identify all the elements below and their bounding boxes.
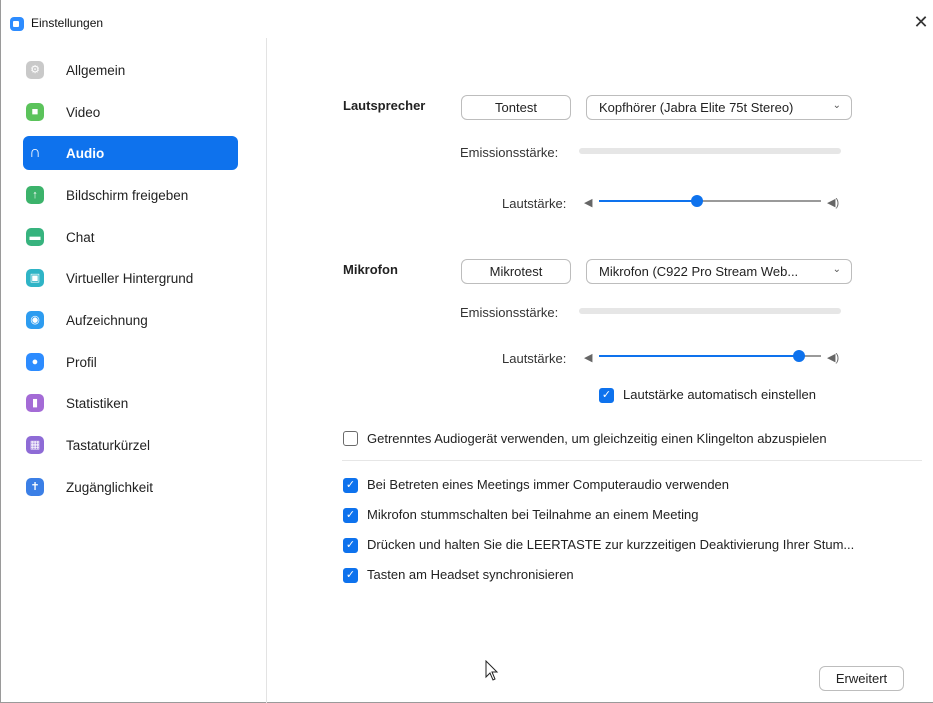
headset-sync-checkbox[interactable]: ✓	[343, 568, 358, 583]
section-divider	[342, 460, 922, 461]
test-microphone-button[interactable]: Mikrotest	[461, 259, 571, 284]
auto-adjust-volume-checkbox[interactable]: ✓	[599, 388, 614, 403]
speaker-output-level-meter	[579, 148, 841, 154]
volume-high-icon: ◀)	[827, 352, 840, 364]
test-speaker-button[interactable]: Tontest	[461, 95, 571, 120]
microphone-volume-slider[interactable]	[599, 348, 821, 364]
sidebar-item-tastaturkuerzel[interactable]: ▦ Tastaturkürzel	[23, 428, 238, 462]
window-title: Einstellungen	[31, 16, 104, 30]
microphone-volume-label: Lautstärke:	[502, 351, 567, 366]
sidebar-item-bildschirm-freigeben[interactable]: ↑ Bildschirm freigeben	[23, 178, 238, 212]
sidebar-item-chat[interactable]: ▬ Chat	[23, 220, 238, 254]
mouse-pointer-icon	[485, 660, 499, 681]
virtual-background-icon: ▣	[26, 269, 44, 287]
accessibility-icon: ✝	[26, 478, 44, 496]
speaker-output-level-label: Emissionsstärke:	[460, 145, 559, 160]
separate-audio-device-checkbox[interactable]	[343, 431, 358, 446]
statistics-icon: ▮	[26, 394, 44, 412]
sidebar-item-label: Profil	[66, 354, 97, 370]
sidebar-item-label: Statistiken	[66, 395, 129, 411]
speaker-volume-slider[interactable]	[599, 193, 821, 209]
video-camera-icon: ■	[26, 103, 44, 121]
slider-fill	[599, 200, 697, 202]
sidebar-item-label: Audio	[66, 145, 105, 161]
computer-audio-label: Bei Betreten eines Meetings immer Comput…	[367, 477, 730, 492]
advanced-button[interactable]: Erweitert	[819, 666, 904, 691]
microphone-heading: Mikrofon	[343, 262, 398, 277]
sidebar-item-label: Bildschirm freigeben	[66, 187, 189, 203]
sidebar-item-label: Tastaturkürzel	[66, 437, 151, 453]
mute-on-join-checkbox[interactable]: ✓	[343, 508, 358, 523]
microphone-input-level-meter	[579, 308, 841, 314]
headset-sync-label: Tasten am Headset synchronisieren	[367, 567, 574, 582]
speaker-volume-label: Lautstärke:	[502, 196, 567, 211]
sidebar-item-label: Zugänglichkeit	[66, 479, 154, 495]
sidebar-item-statistiken[interactable]: ▮ Statistiken	[23, 386, 238, 420]
separate-audio-device-label: Getrenntes Audiogerät verwenden, um glei…	[367, 431, 827, 446]
sidebar-item-audio[interactable]: ∩ Audio	[23, 136, 238, 170]
sidebar-item-label: Allgemein	[66, 62, 126, 78]
profile-icon: ●	[26, 353, 44, 371]
close-button[interactable]: ✕	[909, 10, 933, 34]
gear-icon: ⚙	[26, 61, 44, 79]
microphone-input-level-label: Emissionsstärke:	[460, 305, 559, 320]
speaker-device-select[interactable]: Kopfhörer (Jabra Elite 75t Stereo) ⌄	[586, 95, 852, 120]
sidebar-item-virtueller-hintergrund[interactable]: ▣ Virtueller Hintergrund	[23, 261, 238, 295]
push-to-talk-checkbox[interactable]: ✓	[343, 538, 358, 553]
record-icon: ◉	[26, 311, 44, 329]
chevron-down-icon: ⌄	[832, 264, 841, 275]
sidebar-item-label: Video	[66, 104, 101, 120]
computer-audio-checkbox[interactable]: ✓	[343, 478, 358, 493]
sidebar-item-label: Chat	[66, 229, 95, 245]
sidebar-item-aufzeichnung[interactable]: ◉ Aufzeichnung	[23, 303, 238, 337]
slider-knob[interactable]	[690, 195, 703, 207]
auto-adjust-volume-label: Lautstärke automatisch einstellen	[623, 387, 816, 402]
sidebar-item-zugaenglichkeit[interactable]: ✝ Zugänglichkeit	[23, 470, 238, 504]
microphone-device-value: Mikrofon (C922 Pro Stream Web...	[599, 264, 799, 279]
sidebar: ⚙ Allgemein ■ Video ∩ Audio ↑ Bildschirm…	[1, 38, 267, 703]
sidebar-item-label: Aufzeichnung	[66, 312, 148, 328]
slider-fill	[599, 355, 799, 357]
slider-knob[interactable]	[792, 350, 805, 362]
sidebar-item-profil[interactable]: ● Profil	[23, 345, 238, 379]
chat-bubble-icon: ▬	[26, 228, 44, 246]
sidebar-item-allgemein[interactable]: ⚙ Allgemein	[23, 53, 238, 87]
volume-low-icon: ◀	[584, 352, 593, 364]
headphones-icon: ∩	[29, 144, 41, 161]
microphone-device-select[interactable]: Mikrofon (C922 Pro Stream Web... ⌄	[586, 259, 852, 284]
zoom-app-icon	[10, 17, 24, 31]
speaker-device-value: Kopfhörer (Jabra Elite 75t Stereo)	[599, 100, 794, 115]
push-to-talk-label: Drücken und halten Sie die LEERTASTE zur…	[367, 537, 855, 552]
chevron-down-icon: ⌄	[832, 100, 841, 111]
volume-high-icon: ◀)	[827, 197, 840, 209]
sidebar-item-video[interactable]: ■ Video	[23, 95, 238, 129]
sidebar-item-label: Virtueller Hintergrund	[66, 270, 194, 286]
mute-on-join-label: Mikrofon stummschalten bei Teilnahme an …	[367, 507, 699, 522]
keyboard-icon: ▦	[26, 436, 44, 454]
speaker-heading: Lautsprecher	[343, 98, 426, 113]
share-screen-icon: ↑	[26, 186, 44, 204]
settings-window: Einstellungen ✕ ⚙ Allgemein ■ Video ∩ Au…	[0, 0, 933, 703]
title-bar: Einstellungen ✕	[1, 0, 933, 38]
volume-low-icon: ◀	[584, 197, 593, 209]
